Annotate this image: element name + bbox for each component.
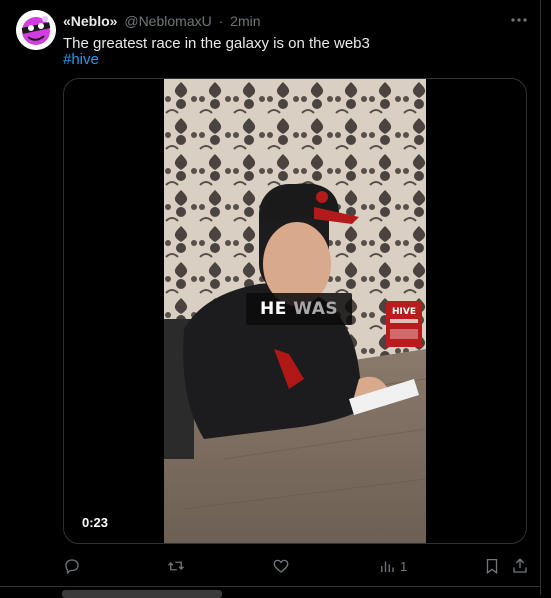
sign-text: HIVE bbox=[392, 307, 416, 317]
caption-word-1: HE bbox=[260, 299, 287, 319]
like-icon bbox=[273, 559, 289, 573]
avatar[interactable] bbox=[16, 10, 56, 50]
separator-dot: · bbox=[218, 13, 224, 29]
repost-button[interactable] bbox=[167, 556, 185, 576]
avatar-image bbox=[16, 10, 56, 50]
repost-icon bbox=[168, 561, 184, 571]
more-options-button[interactable] bbox=[508, 10, 530, 30]
next-tweet-preview bbox=[0, 586, 541, 598]
action-bar: 1 bbox=[63, 556, 533, 576]
tweet-text: The greatest race in the galaxy is on th… bbox=[63, 35, 370, 52]
more-icon bbox=[511, 18, 527, 22]
views-button[interactable]: 1 bbox=[378, 556, 407, 576]
bookmark-icon bbox=[486, 558, 498, 575]
hashtag-link[interactable]: #hive bbox=[63, 50, 99, 70]
tweet[interactable]: «Neblo» @NeblomaxU · 2min The greatest r… bbox=[0, 0, 541, 598]
video-duration: 0:23 bbox=[82, 515, 109, 530]
bookmark-button[interactable] bbox=[483, 556, 501, 576]
video-player[interactable]: HIVE HE WAS 0:23 bbox=[63, 78, 527, 544]
caption-word-2: WAS bbox=[293, 299, 339, 319]
like-button[interactable] bbox=[272, 556, 290, 576]
next-tweet-text-placeholder bbox=[62, 590, 222, 598]
video-caption: HE WAS bbox=[246, 293, 353, 325]
views-icon bbox=[381, 561, 394, 572]
share-icon bbox=[513, 558, 527, 573]
tweet-header: «Neblo» @NeblomaxU · 2min bbox=[63, 12, 261, 30]
share-button[interactable] bbox=[511, 556, 529, 576]
display-name[interactable]: «Neblo» bbox=[63, 13, 117, 29]
timestamp[interactable]: 2min bbox=[230, 13, 260, 29]
reply-button[interactable] bbox=[63, 556, 81, 576]
video-frame[interactable]: HIVE HE WAS bbox=[164, 79, 426, 543]
user-handle[interactable]: @NeblomaxU bbox=[124, 13, 211, 29]
views-count: 1 bbox=[400, 558, 408, 574]
reply-icon bbox=[65, 559, 79, 575]
